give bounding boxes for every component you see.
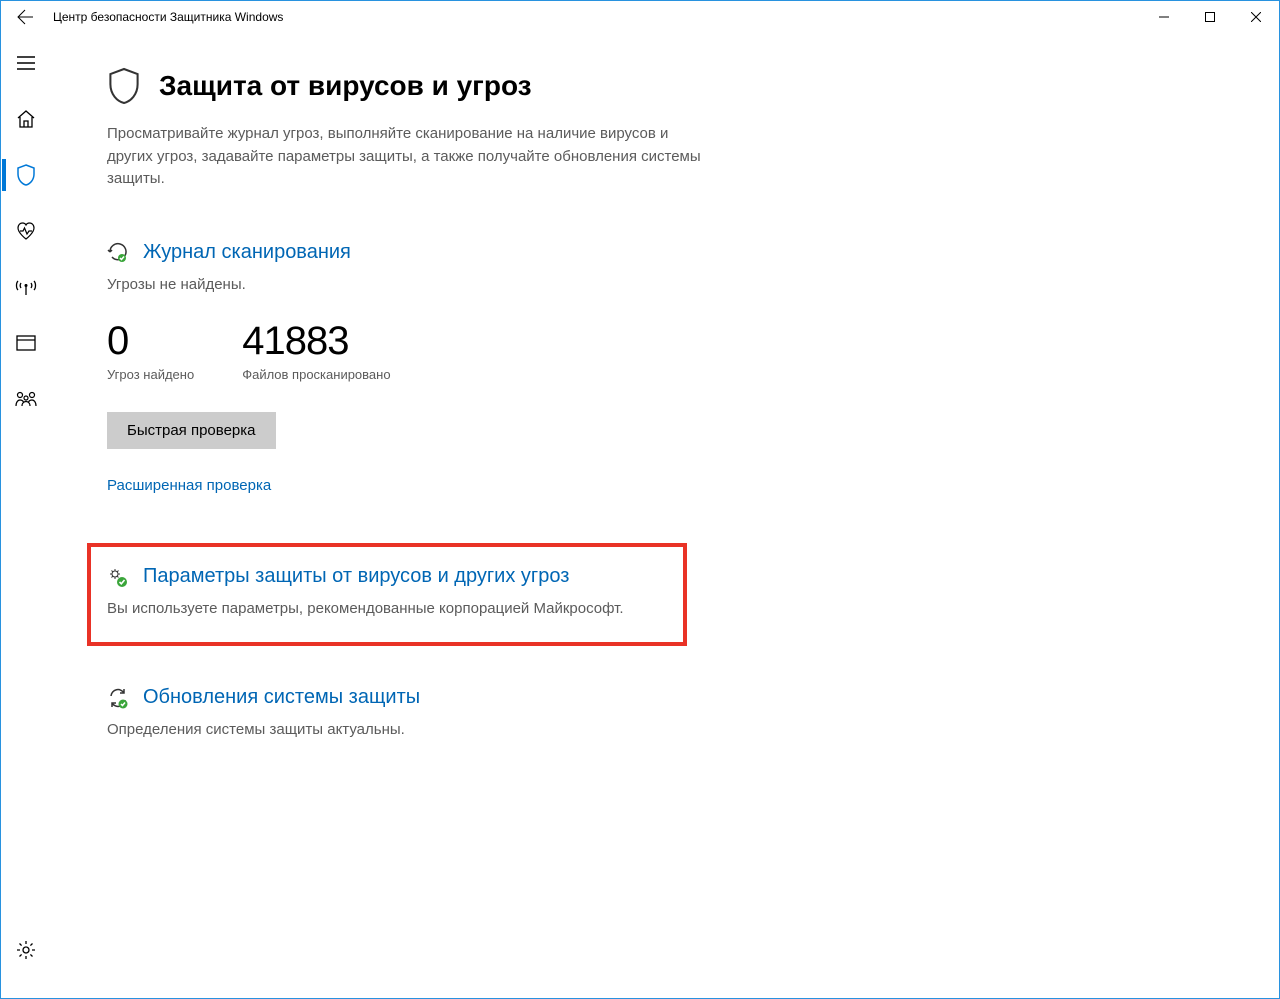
history-icon [107,241,129,263]
shield-icon [107,67,141,105]
protection-settings-section: Параметры защиты от вирусов и других угр… [87,543,687,646]
hamburger-icon [17,56,35,70]
content: Защита от вирусов и угроз Просматривайте… [51,33,1279,998]
titlebar: Центр безопасности Защитника Windows [1,1,1279,33]
protection-updates-desc: Определения системы защиты актуальны. [107,719,707,741]
protection-updates-section: Обновления системы защиты Определения си… [107,686,707,741]
arrow-left-icon [17,9,33,25]
protection-settings-desc: Вы используете параметры, рекомендованны… [107,598,667,620]
window-icon [16,335,36,351]
threats-stat: 0 Угроз найдено [107,319,194,382]
gear-icon [16,940,36,960]
close-button[interactable] [1233,1,1279,33]
nav-home[interactable] [2,95,50,143]
maximize-button[interactable] [1187,1,1233,33]
files-label: Файлов просканировано [242,367,390,382]
files-stat: 41883 Файлов просканировано [242,319,390,382]
close-icon [1251,12,1261,22]
quick-scan-button[interactable]: Быстрая проверка [107,412,276,449]
page-header: Защита от вирусов и угроз [107,67,1223,105]
maximize-icon [1205,12,1215,22]
nav-app-browser[interactable] [2,319,50,367]
protection-updates-link[interactable]: Обновления системы защиты [143,686,420,709]
settings-check-icon [107,566,129,588]
minimize-button[interactable] [1141,1,1187,33]
back-button[interactable] [1,1,49,33]
scan-history-link[interactable]: Журнал сканирования [143,241,351,264]
family-icon [15,391,37,407]
scan-history-status: Угрозы не найдены. [107,274,707,296]
files-count: 41883 [242,319,390,363]
window-title: Центр безопасности Защитника Windows [53,10,1141,24]
nav-family[interactable] [2,375,50,423]
threats-label: Угроз найдено [107,367,194,382]
home-icon [16,109,36,129]
nav-settings[interactable] [2,926,50,974]
page-title: Защита от вирусов и угроз [159,70,532,102]
shield-icon [16,164,36,186]
threats-count: 0 [107,319,194,363]
heart-icon [16,222,36,240]
protection-settings-link[interactable]: Параметры защиты от вирусов и других угр… [143,565,569,588]
scan-stats: 0 Угроз найдено 41883 Файлов просканиров… [107,319,707,382]
minimize-icon [1159,12,1169,22]
page-description: Просматривайте журнал угроз, выполняйте … [107,123,707,191]
antenna-icon [15,278,37,296]
advanced-scan-link[interactable]: Расширенная проверка [107,477,271,494]
sidebar [1,33,51,998]
nav-firewall[interactable] [2,263,50,311]
update-icon [107,687,129,709]
nav-device-performance[interactable] [2,207,50,255]
nav-hamburger[interactable] [2,39,50,87]
nav-virus-protection[interactable] [2,151,50,199]
scan-history-section: Журнал сканирования Угрозы не найдены. 0… [107,241,707,496]
